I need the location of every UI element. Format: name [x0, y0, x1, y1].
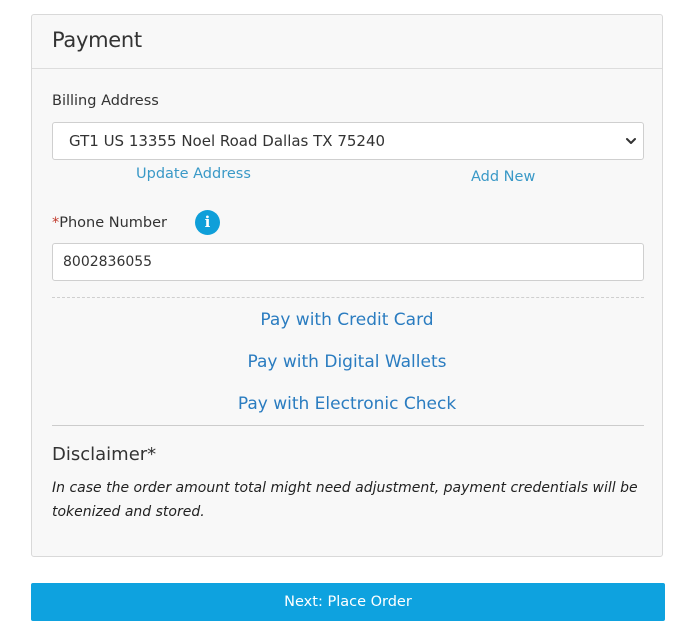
pay-with-credit-card-link[interactable]: Pay with Credit Card	[32, 310, 662, 330]
billing-address-selected-value: GT1 US 13355 Noel Road Dallas TX 75240	[69, 132, 386, 150]
section-divider-dashed	[52, 297, 644, 298]
disclaimer-text: In case the order amount total might nee…	[52, 480, 638, 520]
pay-with-electronic-check-link[interactable]: Pay with Electronic Check	[32, 394, 662, 414]
info-icon-glyph: i	[204, 213, 211, 231]
payment-panel: Payment Billing Address GT1 US 13355 Noe…	[31, 14, 663, 557]
panel-header: Payment	[32, 15, 662, 69]
next-place-order-button[interactable]: Next: Place Order	[31, 583, 665, 621]
phone-number-label-text: Phone Number	[59, 215, 168, 231]
phone-number-input[interactable]	[52, 243, 644, 281]
info-icon[interactable]: i	[195, 210, 220, 235]
add-new-address-link[interactable]: Add New	[471, 169, 535, 185]
billing-address-select[interactable]: GT1 US 13355 Noel Road Dallas TX 75240	[52, 122, 644, 160]
pay-with-digital-wallets-link[interactable]: Pay with Digital Wallets	[32, 352, 662, 372]
chevron-down-icon	[626, 138, 636, 144]
phone-number-label: *Phone Number	[52, 215, 167, 231]
section-divider-solid	[52, 425, 644, 426]
update-address-link[interactable]: Update Address	[136, 166, 251, 182]
panel-title: Payment	[52, 28, 142, 52]
disclaimer-title: Disclaimer*	[52, 444, 157, 465]
billing-address-label: Billing Address	[52, 93, 159, 109]
